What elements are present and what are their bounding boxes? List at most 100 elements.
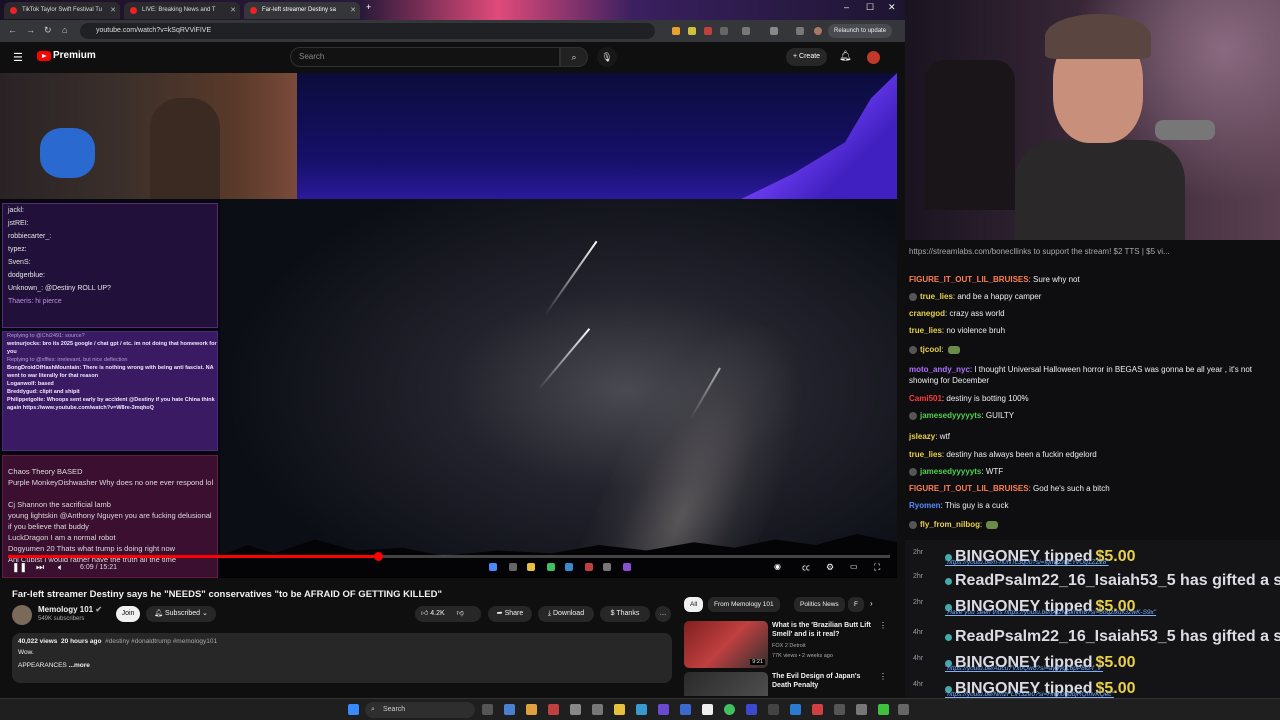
- app-icon[interactable]: [812, 704, 823, 715]
- app-icon[interactable]: [856, 704, 867, 715]
- chat-banner[interactable]: https://streamlabs.com/bonecllinks to su…: [909, 246, 1269, 257]
- chat-username[interactable]: true_lies: [909, 450, 942, 459]
- app-icon[interactable]: [548, 704, 559, 715]
- forward-icon[interactable]: →: [26, 25, 35, 35]
- extension-icon[interactable]: [672, 27, 680, 35]
- app-icon[interactable]: [790, 704, 801, 715]
- sidebar-icon[interactable]: [770, 27, 778, 35]
- chevron-right-icon[interactable]: ›: [870, 599, 873, 608]
- app-icon[interactable]: [834, 704, 845, 715]
- theater-mode-icon[interactable]: ▭: [850, 562, 858, 571]
- extension-icon[interactable]: [688, 27, 696, 35]
- close-tab-icon[interactable]: ✕: [230, 2, 236, 19]
- more-actions-button[interactable]: …: [655, 606, 671, 622]
- youtube-logo-icon[interactable]: [37, 51, 51, 61]
- autoplay-toggle-icon[interactable]: ◉: [774, 562, 781, 571]
- search-button[interactable]: ⌕: [560, 47, 588, 67]
- recommended-video[interactable]: 9:21 What is the 'Brazilian Butt Lift Sm…: [684, 621, 889, 669]
- account-avatar[interactable]: [867, 51, 880, 64]
- download-button[interactable]: ⤓ Download: [538, 606, 594, 622]
- chip-from-channel[interactable]: From Memology 101: [708, 597, 780, 612]
- chrome-icon[interactable]: [526, 704, 537, 715]
- spotify-icon[interactable]: [724, 704, 735, 715]
- app-icon[interactable]: [878, 704, 889, 715]
- chat-username[interactable]: cranegod: [909, 309, 945, 318]
- chat-username[interactable]: jamesedyyyyyts: [920, 467, 981, 476]
- app-icon[interactable]: [746, 704, 757, 715]
- chat-username[interactable]: jsleazy: [909, 432, 935, 441]
- maximize-icon[interactable]: ☐: [866, 2, 874, 13]
- chat-username[interactable]: tjcool: [920, 345, 941, 354]
- windows-start-icon[interactable]: [348, 704, 359, 715]
- app-icon[interactable]: [768, 704, 779, 715]
- chip-all[interactable]: All: [684, 597, 704, 612]
- task-view-icon[interactable]: [482, 704, 493, 715]
- tip-message-link[interactable]: "Have you seen this https://youtu.be/jXI…: [945, 609, 1156, 616]
- reload-icon[interactable]: ↻: [44, 25, 52, 36]
- video-thumbnail[interactable]: 9:21: [684, 621, 768, 668]
- chat-username[interactable]: fly_from_nilbog: [920, 520, 980, 529]
- channel-name[interactable]: Memology 101 ✔: [38, 605, 102, 614]
- next-icon[interactable]: ⏭: [36, 562, 44, 573]
- app-icon[interactable]: [702, 704, 713, 715]
- close-tab-icon[interactable]: ✕: [110, 2, 116, 19]
- extension-icon[interactable]: [704, 27, 712, 35]
- more-vertical-icon[interactable]: ⋮: [879, 621, 887, 630]
- join-button[interactable]: Join: [116, 606, 140, 622]
- extension-icon[interactable]: [720, 27, 728, 35]
- tab-destiny-video[interactable]: Far-left streamer Destiny sa ✕: [244, 2, 360, 19]
- app-icon[interactable]: [504, 704, 515, 715]
- share-button[interactable]: ➦ Share: [488, 606, 532, 622]
- thanks-button[interactable]: $ Thanks: [600, 606, 650, 622]
- app-icon[interactable]: [680, 704, 691, 715]
- recommended-title[interactable]: What is the 'Brazilian Butt Lift Smell' …: [772, 621, 877, 639]
- folder-icon[interactable]: [614, 704, 625, 715]
- search-input[interactable]: Search: [290, 47, 560, 67]
- video-player[interactable]: jackl: jstREI: robbiecarter_: typez: Sve…: [0, 73, 897, 578]
- relaunch-button[interactable]: Relaunch to update: [828, 24, 893, 38]
- taskbar-search[interactable]: ⌕ Search: [365, 702, 475, 718]
- tab-tiktok[interactable]: TikTok Taylor Swift Festival Tu ✕: [4, 2, 120, 19]
- like-button[interactable]: 👍︎ 4.2K: [421, 610, 445, 617]
- url-field[interactable]: youtube.com/watch?v=kSqRVViFIVE: [80, 23, 655, 39]
- chat-username[interactable]: true_lies: [920, 292, 953, 301]
- extensions-puzzle-icon[interactable]: [742, 27, 750, 35]
- settings-gear-icon[interactable]: ⚙: [826, 562, 834, 573]
- back-icon[interactable]: ←: [8, 25, 17, 35]
- description-more[interactable]: APPEARANCES ...more: [18, 662, 666, 669]
- home-icon[interactable]: ⌂: [62, 25, 67, 35]
- volume-icon[interactable]: 🔈︎: [58, 562, 63, 573]
- captions-icon[interactable]: ㏄: [802, 562, 810, 573]
- tip-message-link[interactable]: "https://youtu.be/h-n0NTc3q00?si=fghwZmE…: [945, 559, 1109, 566]
- fullscreen-icon[interactable]: ⛶: [874, 562, 880, 573]
- minimize-icon[interactable]: –: [844, 2, 849, 12]
- menu-icon[interactable]: ☰: [13, 51, 23, 64]
- chat-username[interactable]: Cami501: [909, 394, 942, 403]
- description-tags[interactable]: #destiny #donaldtrump #memology101: [105, 638, 217, 645]
- recommended-title[interactable]: The Evil Design of Japan's Death Penalty: [772, 672, 877, 690]
- chat-username[interactable]: FIGURE_IT_OUT_LIL_BRUISES: [909, 484, 1029, 493]
- chat-username[interactable]: Ryomen: [909, 501, 941, 510]
- recommended-channel[interactable]: FOX 2 Detroit: [772, 643, 806, 649]
- more-vertical-icon[interactable]: ⋮: [879, 672, 887, 681]
- close-window-icon[interactable]: ✕: [888, 2, 896, 13]
- tip-message-link[interactable]: "https://youtu.be/NmzFLlR32e0?si=Hmn04db…: [945, 691, 1114, 698]
- close-tab-icon[interactable]: ✕: [350, 2, 356, 19]
- chip-more[interactable]: F: [848, 597, 864, 612]
- dislike-button[interactable]: 👎︎: [457, 610, 464, 617]
- channel-avatar[interactable]: [12, 605, 32, 625]
- subscribed-button[interactable]: 🔔︎ Subscribed ⌄: [146, 606, 216, 622]
- app-icon[interactable]: [570, 704, 581, 715]
- profile-icon[interactable]: [814, 27, 822, 35]
- download-icon[interactable]: [796, 27, 804, 35]
- app-icon[interactable]: [592, 704, 603, 715]
- recommended-video[interactable]: The Evil Design of Japan's Death Penalty…: [684, 672, 889, 696]
- description-box[interactable]: 40,022 views 20 hours ago #destiny #dona…: [12, 633, 672, 683]
- tab-live-news[interactable]: LIVE: Breaking News and T ✕: [124, 2, 240, 19]
- new-tab-icon[interactable]: +: [366, 2, 371, 12]
- chip-politics-news[interactable]: Politics News: [794, 597, 845, 612]
- chat-username[interactable]: FIGURE_IT_OUT_LIL_BRUISES: [909, 275, 1029, 284]
- app-icon[interactable]: [898, 704, 909, 715]
- chat-username[interactable]: moto_andy_nyc: [909, 365, 970, 374]
- tip-message-link[interactable]: "https://youtu.be/Aucu7Vx0Qw8?si=ay9ygL6…: [945, 665, 1103, 672]
